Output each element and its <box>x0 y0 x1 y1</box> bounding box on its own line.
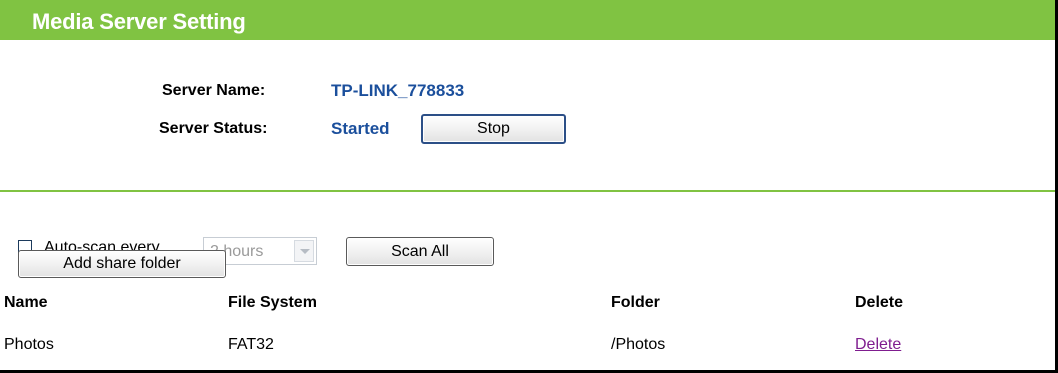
stop-button[interactable]: Stop <box>421 114 566 144</box>
section-divider <box>0 190 1055 192</box>
row-folder: /Photos <box>611 336 666 353</box>
server-status-value: Started <box>331 119 390 138</box>
chevron-down-icon <box>294 240 314 262</box>
row-file-system: FAT32 <box>228 336 274 353</box>
scan-all-button[interactable]: Scan All <box>346 237 494 266</box>
add-share-folder-button[interactable]: Add share folder <box>18 250 226 278</box>
column-header-folder: Folder <box>611 294 660 311</box>
column-header-file-system: File System <box>228 294 317 311</box>
column-header-delete: Delete <box>855 294 904 311</box>
server-name-value: TP-LINK_778833 <box>331 81 465 100</box>
server-status-label: Server Status: <box>159 120 268 137</box>
page-title: Media Server Setting <box>32 9 246 34</box>
column-header-name: Name <box>4 294 48 311</box>
delete-link[interactable]: Delete <box>855 336 901 354</box>
row-name: Photos <box>4 336 54 353</box>
page-header: Media Server Setting <box>0 0 1055 40</box>
page-frame <box>0 0 1058 373</box>
server-name-label: Server Name: <box>162 82 266 99</box>
